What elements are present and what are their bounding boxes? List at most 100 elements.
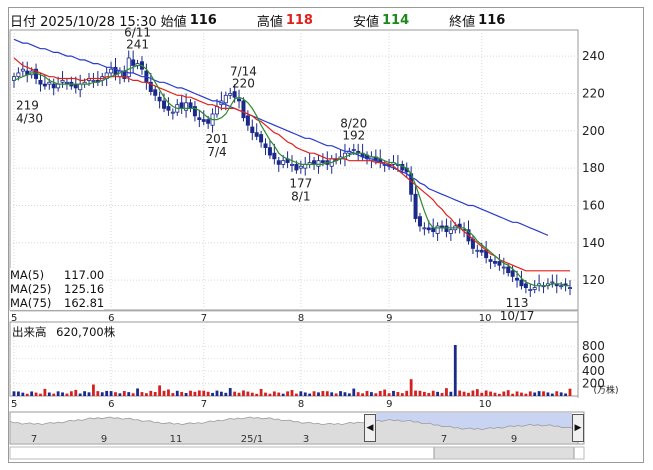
month-tick-label: 10 (479, 313, 492, 324)
volume-bar (149, 390, 153, 396)
price-tick-label: 240 (582, 49, 605, 63)
volume-bar (131, 393, 135, 396)
volume-bar (392, 390, 395, 396)
annotation-price: 192 (342, 129, 365, 143)
annotation-date: 4/30 (16, 111, 43, 125)
price-tick-label: 180 (582, 161, 605, 175)
candle-body (422, 227, 427, 230)
volume-bar (189, 390, 192, 396)
volume-bar (497, 393, 501, 396)
candle-body (475, 249, 480, 252)
navigator-scroll-thumb (433, 446, 575, 460)
month-tick-label: 9 (386, 399, 392, 410)
candle-body (254, 132, 259, 137)
volume-bar (69, 391, 73, 396)
volume-bar (568, 388, 572, 396)
candle-body (60, 80, 65, 83)
volume-bar (87, 392, 91, 396)
ma75-name: MA(75) (10, 296, 52, 310)
volume-bar (171, 393, 175, 396)
volume-bar (122, 391, 126, 396)
volume-bar (56, 391, 60, 396)
volume-bar (383, 389, 387, 396)
volume-bar (537, 391, 541, 396)
volume-bar (193, 391, 197, 396)
volume-bar (136, 388, 139, 396)
volume-bar (74, 389, 78, 396)
volume-bar (431, 390, 435, 396)
month-tick-label: 7 (201, 399, 207, 410)
volume-bar (167, 389, 170, 396)
volume-bar (317, 392, 320, 396)
chevron-right-icon: ▶ (574, 423, 582, 433)
candle-body (272, 152, 277, 160)
volume-bar (511, 393, 515, 396)
volume-bar (458, 390, 462, 396)
candle-body (479, 249, 484, 253)
candle-body (131, 59, 136, 66)
month-tick-label: 6 (108, 399, 114, 410)
candle-body (488, 259, 493, 262)
volume-bar (542, 391, 545, 396)
stock-chart[interactable]: 120 140 160 180 200 220 240 5 5 6 6 7 7 8 8 9 9 10 10 2194/… (0, 0, 653, 470)
volume-label: 出来高 620,700株 (12, 324, 115, 340)
volume-bar (312, 391, 316, 396)
month-tick-label: 8 (298, 313, 304, 324)
volume-bar (228, 388, 232, 396)
month-tick-label: 9 (386, 313, 392, 324)
candle-body (201, 119, 206, 122)
volume-bar (374, 393, 378, 396)
volume-unit-label: (万株) (593, 384, 618, 396)
volume-bar (286, 391, 289, 396)
month-tick-label: 6 (108, 313, 114, 324)
volume-bar (524, 393, 528, 396)
candle-body (289, 163, 294, 166)
volume-bar (422, 391, 426, 396)
volume-bar (78, 393, 82, 396)
volume-bar (144, 393, 148, 396)
volume-bar (140, 392, 144, 396)
candle-body (20, 68, 25, 72)
candle-body (497, 261, 502, 266)
volume-bar (162, 390, 166, 396)
candle-body (448, 229, 453, 234)
volume-bar (449, 391, 453, 396)
candle-body (250, 126, 255, 134)
volume-bar (480, 392, 484, 396)
candle-body (550, 281, 555, 284)
volume-bar (493, 392, 497, 396)
volume-bar (211, 392, 214, 396)
volume-bar (409, 379, 413, 396)
annotation-date: 7/4 (207, 145, 226, 159)
candle-body (16, 72, 21, 78)
volume-bar (515, 391, 519, 396)
candle-body (179, 102, 184, 109)
candle-body (166, 106, 171, 111)
volume-bar (533, 392, 537, 396)
candle-body (184, 102, 189, 111)
candle-body (259, 134, 264, 143)
volume-bar (352, 388, 356, 396)
volume-bar (387, 393, 391, 396)
navigator-left-handle[interactable]: ◀ (364, 414, 376, 442)
candle-body (51, 83, 56, 89)
volume-bar (242, 390, 245, 396)
price-tick-label: 200 (582, 124, 605, 138)
candle-body (42, 83, 47, 87)
candle-body (64, 81, 69, 84)
annotation-price: 177 (289, 177, 312, 191)
navigator-tick-label: 25/1 (241, 434, 263, 445)
candle-body (153, 89, 158, 96)
candle-body (320, 160, 325, 163)
volume-bar (427, 393, 431, 396)
volume-bar (264, 392, 267, 396)
volume-bar (405, 390, 409, 396)
volume-value: 620,700株 (56, 325, 116, 339)
volume-bar (43, 388, 47, 396)
volume-bar (12, 391, 16, 396)
volume-bar (502, 391, 506, 396)
volume-bar (197, 390, 201, 396)
navigator-right-handle[interactable]: ▶ (572, 414, 584, 442)
volume-bar (378, 390, 382, 396)
volume-bar (219, 391, 223, 396)
